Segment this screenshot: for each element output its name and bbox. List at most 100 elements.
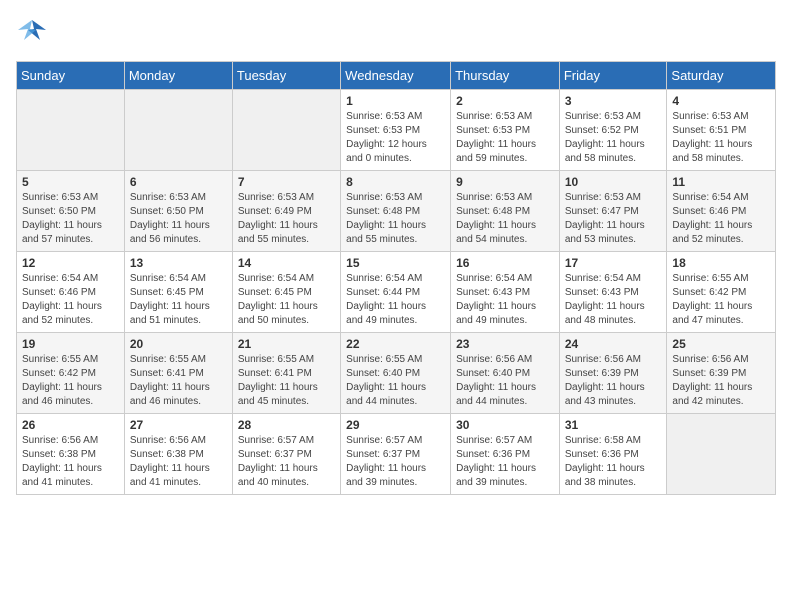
day-number: 6 <box>130 175 227 189</box>
day-number: 7 <box>238 175 335 189</box>
calendar-week-4: 19 Sunrise: 6:55 AM Sunset: 6:42 PM Dayli… <box>17 333 776 414</box>
day-number: 12 <box>22 256 119 270</box>
day-info: Sunrise: 6:53 AM Sunset: 6:51 PM Dayligh… <box>672 110 770 166</box>
day-info: Sunrise: 6:53 AM Sunset: 6:53 PM Dayligh… <box>346 110 445 166</box>
day-info: Sunrise: 6:53 AM Sunset: 6:47 PM Dayligh… <box>565 191 662 247</box>
calendar-cell <box>232 90 340 171</box>
weekday-header-wednesday: Wednesday <box>341 62 451 90</box>
calendar-cell: 13 Sunrise: 6:54 AM Sunset: 6:45 PM Dayli… <box>124 252 232 333</box>
calendar-cell: 19 Sunrise: 6:55 AM Sunset: 6:42 PM Dayli… <box>17 333 125 414</box>
day-number: 20 <box>130 337 227 351</box>
day-number: 29 <box>346 418 445 432</box>
day-number: 5 <box>22 175 119 189</box>
day-number: 9 <box>456 175 554 189</box>
weekday-header-monday: Monday <box>124 62 232 90</box>
calendar-header-row: SundayMondayTuesdayWednesdayThursdayFrid… <box>17 62 776 90</box>
day-info: Sunrise: 6:57 AM Sunset: 6:37 PM Dayligh… <box>346 434 445 490</box>
day-info: Sunrise: 6:58 AM Sunset: 6:36 PM Dayligh… <box>565 434 662 490</box>
day-info: Sunrise: 6:55 AM Sunset: 6:42 PM Dayligh… <box>22 353 119 409</box>
day-info: Sunrise: 6:57 AM Sunset: 6:36 PM Dayligh… <box>456 434 554 490</box>
day-info: Sunrise: 6:54 AM Sunset: 6:46 PM Dayligh… <box>672 191 770 247</box>
calendar-cell: 24Sunrise: 6:56 AM Sunset: 6:39 PM Dayli… <box>559 333 667 414</box>
calendar-week-1: 1 Sunrise: 6:53 AM Sunset: 6:53 PM Daylig… <box>17 90 776 171</box>
day-info: Sunrise: 6:54 AM Sunset: 6:46 PM Dayligh… <box>22 272 119 328</box>
day-info: Sunrise: 6:53 AM Sunset: 6:50 PM Dayligh… <box>22 191 119 247</box>
calendar-cell: 30Sunrise: 6:57 AM Sunset: 6:36 PM Dayli… <box>451 414 560 495</box>
calendar-week-5: 26 Sunrise: 6:56 AM Sunset: 6:38 PM Dayli… <box>17 414 776 495</box>
weekday-header-saturday: Saturday <box>667 62 776 90</box>
calendar-cell: 22 Sunrise: 6:55 AM Sunset: 6:40 PM Dayli… <box>341 333 451 414</box>
calendar-cell: 31 Sunrise: 6:58 AM Sunset: 6:36 PM Dayli… <box>559 414 667 495</box>
day-info: Sunrise: 6:56 AM Sunset: 6:39 PM Dayligh… <box>672 353 770 409</box>
day-number: 28 <box>238 418 335 432</box>
calendar-cell <box>17 90 125 171</box>
calendar-cell: 14 Sunrise: 6:54 AM Sunset: 6:45 PM Dayli… <box>232 252 340 333</box>
calendar-cell: 15Sunrise: 6:54 AM Sunset: 6:44 PM Dayli… <box>341 252 451 333</box>
calendar-week-3: 12 Sunrise: 6:54 AM Sunset: 6:46 PM Dayli… <box>17 252 776 333</box>
calendar-cell: 16 Sunrise: 6:54 AM Sunset: 6:43 PM Dayli… <box>451 252 560 333</box>
day-info: Sunrise: 6:53 AM Sunset: 6:52 PM Dayligh… <box>565 110 662 166</box>
day-number: 23 <box>456 337 554 351</box>
page-header <box>16 16 776 49</box>
day-info: Sunrise: 6:53 AM Sunset: 6:53 PM Dayligh… <box>456 110 554 166</box>
calendar-cell: 5 Sunrise: 6:53 AM Sunset: 6:50 PM Daylig… <box>17 171 125 252</box>
day-number: 22 <box>346 337 445 351</box>
day-number: 21 <box>238 337 335 351</box>
calendar-cell <box>124 90 232 171</box>
logo-bird-icon <box>18 16 46 44</box>
day-number: 13 <box>130 256 227 270</box>
calendar-cell: 17Sunrise: 6:54 AM Sunset: 6:43 PM Dayli… <box>559 252 667 333</box>
calendar-cell: 1 Sunrise: 6:53 AM Sunset: 6:53 PM Daylig… <box>341 90 451 171</box>
day-number: 11 <box>672 175 770 189</box>
day-info: Sunrise: 6:54 AM Sunset: 6:45 PM Dayligh… <box>130 272 227 328</box>
calendar-cell: 7 Sunrise: 6:53 AM Sunset: 6:49 PM Daylig… <box>232 171 340 252</box>
weekday-header-friday: Friday <box>559 62 667 90</box>
day-number: 1 <box>346 94 445 108</box>
calendar-cell: 3Sunrise: 6:53 AM Sunset: 6:52 PM Daylig… <box>559 90 667 171</box>
calendar-cell: 18Sunrise: 6:55 AM Sunset: 6:42 PM Dayli… <box>667 252 776 333</box>
calendar-cell: 4Sunrise: 6:53 AM Sunset: 6:51 PM Daylig… <box>667 90 776 171</box>
day-number: 16 <box>456 256 554 270</box>
day-number: 2 <box>456 94 554 108</box>
weekday-header-sunday: Sunday <box>17 62 125 90</box>
calendar-cell: 26Sunrise: 6:56 AM Sunset: 6:38 PM Dayli… <box>17 414 125 495</box>
day-info: Sunrise: 6:53 AM Sunset: 6:50 PM Dayligh… <box>130 191 227 247</box>
day-number: 31 <box>565 418 662 432</box>
day-number: 8 <box>346 175 445 189</box>
calendar-cell: 9 Sunrise: 6:53 AM Sunset: 6:48 PM Daylig… <box>451 171 560 252</box>
day-number: 27 <box>130 418 227 432</box>
day-number: 10 <box>565 175 662 189</box>
day-number: 19 <box>22 337 119 351</box>
day-number: 26 <box>22 418 119 432</box>
day-info: Sunrise: 6:56 AM Sunset: 6:39 PM Dayligh… <box>565 353 662 409</box>
day-info: Sunrise: 6:55 AM Sunset: 6:41 PM Dayligh… <box>130 353 227 409</box>
day-number: 14 <box>238 256 335 270</box>
day-info: Sunrise: 6:56 AM Sunset: 6:38 PM Dayligh… <box>130 434 227 490</box>
day-info: Sunrise: 6:55 AM Sunset: 6:40 PM Dayligh… <box>346 353 445 409</box>
calendar-cell: 29 Sunrise: 6:57 AM Sunset: 6:37 PM Dayli… <box>341 414 451 495</box>
weekday-header-tuesday: Tuesday <box>232 62 340 90</box>
day-info: Sunrise: 6:56 AM Sunset: 6:40 PM Dayligh… <box>456 353 554 409</box>
day-info: Sunrise: 6:53 AM Sunset: 6:48 PM Dayligh… <box>346 191 445 247</box>
day-info: Sunrise: 6:54 AM Sunset: 6:45 PM Dayligh… <box>238 272 335 328</box>
day-info: Sunrise: 6:55 AM Sunset: 6:42 PM Dayligh… <box>672 272 770 328</box>
day-info: Sunrise: 6:53 AM Sunset: 6:49 PM Dayligh… <box>238 191 335 247</box>
day-number: 15 <box>346 256 445 270</box>
day-info: Sunrise: 6:55 AM Sunset: 6:41 PM Dayligh… <box>238 353 335 409</box>
calendar-table: SundayMondayTuesdayWednesdayThursdayFrid… <box>16 61 776 495</box>
calendar-cell: 8 Sunrise: 6:53 AM Sunset: 6:48 PM Daylig… <box>341 171 451 252</box>
calendar-cell: 10 Sunrise: 6:53 AM Sunset: 6:47 PM Dayli… <box>559 171 667 252</box>
calendar-cell: 23 Sunrise: 6:56 AM Sunset: 6:40 PM Dayli… <box>451 333 560 414</box>
calendar-cell: 6 Sunrise: 6:53 AM Sunset: 6:50 PM Daylig… <box>124 171 232 252</box>
day-info: Sunrise: 6:54 AM Sunset: 6:43 PM Dayligh… <box>456 272 554 328</box>
day-info: Sunrise: 6:53 AM Sunset: 6:48 PM Dayligh… <box>456 191 554 247</box>
calendar-cell: 25 Sunrise: 6:56 AM Sunset: 6:39 PM Dayli… <box>667 333 776 414</box>
day-number: 25 <box>672 337 770 351</box>
logo <box>16 16 46 49</box>
calendar-cell: 28Sunrise: 6:57 AM Sunset: 6:37 PM Dayli… <box>232 414 340 495</box>
calendar-week-2: 5 Sunrise: 6:53 AM Sunset: 6:50 PM Daylig… <box>17 171 776 252</box>
calendar-cell: 20 Sunrise: 6:55 AM Sunset: 6:41 PM Dayli… <box>124 333 232 414</box>
calendar-cell <box>667 414 776 495</box>
day-info: Sunrise: 6:54 AM Sunset: 6:43 PM Dayligh… <box>565 272 662 328</box>
calendar-cell: 11 Sunrise: 6:54 AM Sunset: 6:46 PM Dayli… <box>667 171 776 252</box>
